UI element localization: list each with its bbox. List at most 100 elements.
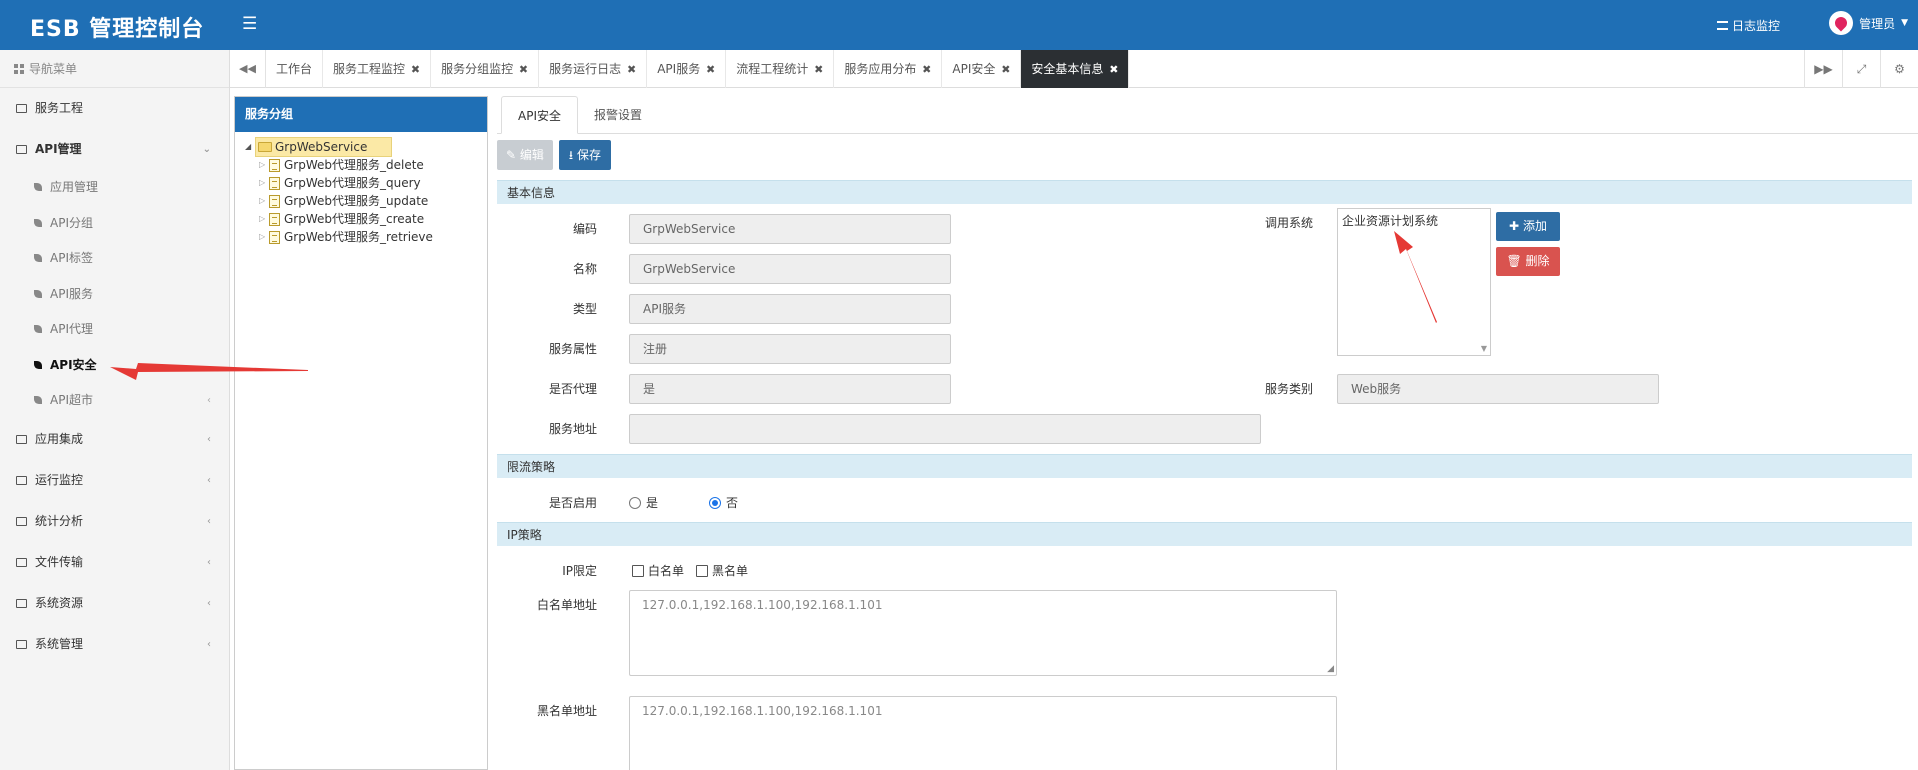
tab-flow-project-stats[interactable]: 流程工程统计 ✖ <box>726 50 835 88</box>
service-attr-field[interactable]: 注册 <box>629 334 951 364</box>
document-icon <box>269 212 280 226</box>
whitelist-address-textarea[interactable]: 127.0.0.1,192.168.1.100,192.168.1.101 ◢ <box>629 590 1337 676</box>
close-icon[interactable]: ✖ <box>814 63 823 76</box>
sidebar-item-system-management[interactable]: 系统管理 ‹ <box>0 624 229 665</box>
menu-toggle-icon[interactable]: ☰ <box>242 14 257 34</box>
sidebar-sub-api-service[interactable]: API服务 <box>0 277 229 313</box>
tab-service-run-log[interactable]: 服务运行日志 ✖ <box>539 50 648 88</box>
sidebar-item-service-project[interactable]: 服务工程 <box>0 88 229 129</box>
resize-grip-icon[interactable]: ◢ <box>1327 664 1334 674</box>
sidebar-sub-label: API分组 <box>50 215 93 230</box>
sidebar-sub-api-market[interactable]: API超市 ‹ <box>0 383 229 419</box>
subtab-api-security[interactable]: API安全 <box>501 96 578 134</box>
tree-node-label: GrpWeb代理服务_query <box>284 176 421 190</box>
document-icon <box>269 230 280 244</box>
leaf-icon <box>34 325 42 333</box>
tab-service-app-distribution[interactable]: 服务应用分布 ✖ <box>834 50 943 88</box>
delete-caller-button[interactable]: 🗑 删除 <box>1496 247 1560 276</box>
sidebar-sub-app-management[interactable]: 应用管理 <box>0 170 229 206</box>
tab-service-project-monitor[interactable]: 服务工程监控 ✖ <box>323 50 432 88</box>
close-icon[interactable]: ✖ <box>411 63 420 76</box>
gear-icon[interactable]: ⚙ <box>1880 50 1918 88</box>
close-icon[interactable]: ✖ <box>922 63 931 76</box>
chevron-down-icon: ⌄ <box>202 144 211 155</box>
tab-security-basic-info[interactable]: 安全基本信息 ✖ <box>1021 50 1130 88</box>
fullscreen-icon[interactable]: ⤢ <box>1842 50 1880 88</box>
tab-api-service[interactable]: API服务 ✖ <box>647 50 727 88</box>
sidebar-sub-api-tag[interactable]: API标签 <box>0 241 229 277</box>
sidebar-sub-label: API服务 <box>50 286 93 301</box>
sidebar-sub-label: API标签 <box>50 251 93 265</box>
chevron-left-icon: ‹ <box>207 395 211 406</box>
caller-system-item[interactable]: 企业资源计划系统 <box>1342 212 1486 229</box>
tab-api-security[interactable]: API安全 ✖ <box>942 50 1022 88</box>
sidebar-sub-label: 应用管理 <box>50 180 99 194</box>
tree-node[interactable]: ▷ GrpWeb代理服务_delete <box>259 156 487 174</box>
tree-node[interactable]: ▷ GrpWeb代理服务_create <box>259 210 487 228</box>
sidebar-item-run-monitor[interactable]: 运行监控 ‹ <box>0 460 229 501</box>
sidebar-sub-api-proxy[interactable]: API代理 <box>0 312 229 348</box>
collapsed-triangle-icon[interactable]: ▷ <box>259 228 269 246</box>
name-field[interactable]: GrpWebService <box>629 254 951 284</box>
tab-workbench[interactable]: 工作台 <box>266 50 324 88</box>
collapsed-triangle-icon[interactable]: ▷ <box>259 192 269 210</box>
log-monitor-link[interactable]: 日志监控 <box>1716 17 1780 34</box>
tree-node[interactable]: ▷ GrpWeb代理服务_update <box>259 192 487 210</box>
tree-node[interactable]: ▷ GrpWeb代理服务_query <box>259 174 487 192</box>
service-attr-label: 服务属性 <box>548 342 597 356</box>
sidebar-item-api-management[interactable]: API管理 ⌄ <box>0 129 229 170</box>
tab-label: API安全 <box>952 62 996 76</box>
tree-node[interactable]: ▷ GrpWeb代理服务_retrieve <box>259 228 487 246</box>
name-label: 名称 <box>572 262 597 276</box>
blacklist-address-textarea[interactable]: 127.0.0.1,192.168.1.100,192.168.1.101 ◢ <box>629 696 1337 770</box>
tabs-right-controls: ▶▶ ⤢ ⚙ <box>1804 50 1918 88</box>
close-icon[interactable]: ✖ <box>1001 63 1010 76</box>
tab-service-group-monitor[interactable]: 服务分组监控 ✖ <box>431 50 540 88</box>
avatar <box>1829 11 1854 35</box>
subtab-alarm-settings[interactable]: 报警设置 <box>578 96 658 134</box>
save-button[interactable]: ⭳ 保存 <box>558 140 611 170</box>
close-icon[interactable]: ✖ <box>1109 63 1118 76</box>
code-field[interactable]: GrpWebService <box>629 214 951 244</box>
tabs-scroll-right-icon[interactable]: ▶▶ <box>1804 50 1842 88</box>
enable-yes-radio[interactable]: 是 <box>629 494 658 511</box>
collapsed-triangle-icon[interactable]: ▷ <box>259 210 269 228</box>
collapsed-triangle-icon[interactable]: ▷ <box>259 156 269 174</box>
close-icon[interactable]: ✖ <box>627 63 636 76</box>
is-proxy-field[interactable]: 是 <box>629 374 951 404</box>
sidebar-sub-api-group[interactable]: API分组 <box>0 206 229 242</box>
tab-label: 服务运行日志 <box>549 62 622 76</box>
sidebar-item-label: 系统资源 <box>35 595 84 610</box>
blacklist-checkbox[interactable]: 黑名单 <box>696 562 748 579</box>
service-category-label: 服务类别 <box>1264 382 1313 396</box>
api-security-form-panel: API安全 报警设置 ✎ 编辑 ⭳ 保存 基本信息 编码 GrpWebServi… <box>497 96 1918 770</box>
scroll-down-icon[interactable]: ▼ <box>1481 344 1487 353</box>
sidebar-item-app-integration[interactable]: 应用集成 ‹ <box>0 419 229 460</box>
whitelist-address-placeholder: 127.0.0.1,192.168.1.100,192.168.1.101 <box>642 598 883 612</box>
service-category-field[interactable]: Web服务 <box>1337 374 1659 404</box>
expand-triangle-icon[interactable]: ◢ <box>245 138 255 156</box>
whitelist-address-label: 白名单地址 <box>536 598 597 612</box>
radio-label: 是 <box>646 496 659 510</box>
sidebar-item-statistics[interactable]: 统计分析 ‹ <box>0 501 229 542</box>
tree-node-root[interactable]: ◢ GrpWebService <box>245 137 487 157</box>
caller-system-list[interactable]: 企业资源计划系统 ▼ <box>1337 208 1491 356</box>
user-menu[interactable]: 管理员 ▼ <box>1829 11 1908 35</box>
checkbox-box <box>632 564 644 577</box>
type-field[interactable]: API服务 <box>629 294 951 324</box>
sidebar-item-system-resource[interactable]: 系统资源 ‹ <box>0 583 229 624</box>
enable-no-radio[interactable]: 否 <box>709 494 738 511</box>
whitelist-checkbox[interactable]: 白名单 <box>632 562 684 579</box>
sidebar-sub-api-security[interactable]: API安全 <box>0 348 229 384</box>
edit-button[interactable]: ✎ 编辑 <box>497 140 553 170</box>
is-proxy-label: 是否代理 <box>548 382 597 396</box>
collapsed-triangle-icon[interactable]: ▷ <box>259 174 269 192</box>
leaf-icon <box>34 360 42 369</box>
sidebar-item-file-transfer[interactable]: 文件传输 ‹ <box>0 542 229 583</box>
add-caller-button[interactable]: ✚ 添加 <box>1496 212 1560 241</box>
service-address-field[interactable] <box>629 414 1261 444</box>
close-icon[interactable]: ✖ <box>519 63 528 76</box>
tabs-scroll-left-icon[interactable]: ◀◀ <box>230 50 266 88</box>
service-group-tree: ◢ GrpWebService ▷ GrpWeb代理服务_delete ▷ GrpW… <box>235 132 487 246</box>
close-icon[interactable]: ✖ <box>706 63 715 76</box>
